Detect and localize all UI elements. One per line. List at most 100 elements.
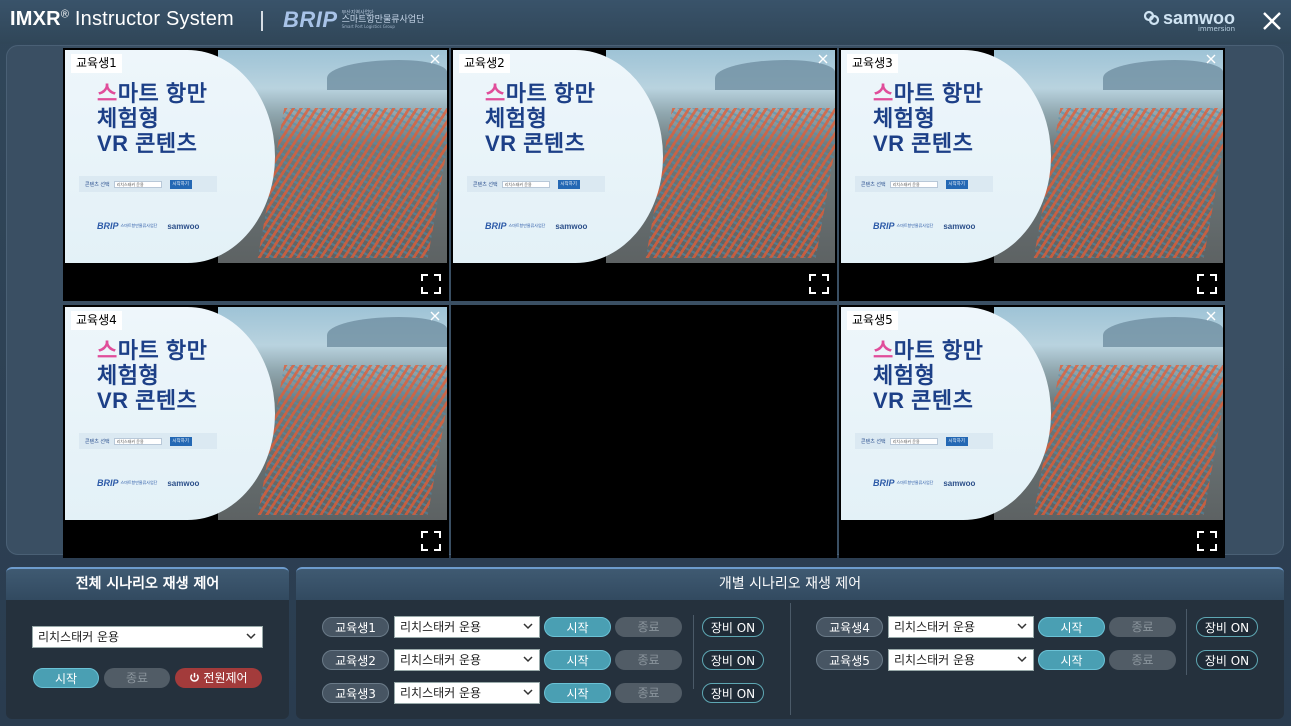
student-scenario-select[interactable]: 리치스태커 운용	[888, 616, 1034, 638]
close-icon[interactable]	[429, 310, 441, 322]
content-select-value: 리치스태커 운용	[889, 180, 938, 188]
vr-content-preview: 스마트 항만 체험형 VR 콘텐츠 콘텐츠 선택 리치스태커 운용 시작하기 B…	[841, 307, 1223, 520]
student-label: 교육생1	[71, 54, 122, 73]
student-start-button[interactable]: 시작	[544, 617, 611, 637]
student-name-badge: 교육생3	[322, 683, 389, 703]
vr-content-preview: 스마트 항만 체험형 VR 콘텐츠 콘텐츠 선택 리치스태커 운용 시작하기 B…	[841, 50, 1223, 263]
student-view-3: 스마트 항만 체험형 VR 콘텐츠 콘텐츠 선택 리치스태커 운용 시작하기 B…	[839, 48, 1225, 301]
fullscreen-icon[interactable]	[1197, 274, 1217, 294]
vr-content-preview: 스마트 항만 체험형 VR 콘텐츠 콘텐츠 선택 리치스태커 운용 시작하기 B…	[65, 50, 447, 263]
app-title-reg: ®	[60, 8, 70, 21]
content-logos: BRIP 스마트항만물류사업단 samwoo	[873, 478, 975, 488]
content-headline: 스마트 항만 체험형 VR 콘텐츠	[97, 81, 208, 156]
mini-samwoo-logo: samwoo	[167, 478, 200, 488]
chevron-down-icon	[523, 689, 533, 696]
student-scenario-select[interactable]: 리치스태커 운용	[394, 616, 540, 638]
power-control-label: 전원제어	[203, 671, 248, 685]
student-start-button[interactable]: 시작	[544, 650, 611, 670]
mini-brip-sub: 스마트항만물류사업단	[120, 480, 158, 485]
student-start-button[interactable]: 시작	[1038, 650, 1105, 670]
content-select-label: 콘텐츠 선택	[861, 181, 886, 188]
student-scenario-value: 리치스태커 운용	[400, 686, 482, 700]
content-headline: 스마트 항만 체험형 VR 콘텐츠	[873, 81, 984, 156]
close-icon[interactable]	[429, 53, 441, 65]
global-start-button[interactable]: 시작	[33, 668, 99, 688]
content-logos: BRIP 스마트항만물류사업단 samwoo	[97, 221, 199, 231]
content-select-bar: 콘텐츠 선택 리치스태커 운용 시작하기	[855, 433, 993, 449]
samwoo-logo-sub: immersion	[1197, 25, 1236, 33]
close-icon[interactable]	[1205, 310, 1217, 322]
power-control-button[interactable]: 전원제어	[175, 668, 262, 688]
fullscreen-icon[interactable]	[421, 274, 441, 294]
student-scenario-select[interactable]: 리치스태커 운용	[394, 649, 540, 671]
student-start-button[interactable]: 시작	[544, 683, 611, 703]
content-select-value: 리치스태커 운용	[501, 180, 550, 188]
content-start-button: 시작하기	[945, 179, 968, 189]
content-select-label: 콘텐츠 선택	[861, 438, 886, 445]
content-select-label: 콘텐츠 선택	[85, 181, 110, 188]
content-select-bar: 콘텐츠 선택 리치스태커 운용 시작하기	[855, 176, 993, 192]
close-icon[interactable]	[817, 53, 829, 65]
global-scenario-select[interactable]: 리치스태커 운용	[32, 626, 263, 648]
content-start-button: 시작하기	[169, 436, 192, 446]
app-title: IMXR® Instructor System	[10, 8, 234, 31]
chevron-down-icon	[1017, 656, 1027, 663]
student-label: 교육생4	[71, 311, 122, 330]
equipment-on-button[interactable]: 장비 ON	[1196, 617, 1258, 637]
student-scenario-value: 리치스태커 운용	[400, 620, 482, 634]
student-scenario-value: 리치스태커 운용	[894, 620, 976, 634]
student-stop-button[interactable]: 종료	[1109, 617, 1176, 637]
content-select-label: 콘텐츠 선택	[85, 438, 110, 445]
mini-samwoo-logo: samwoo	[943, 221, 976, 231]
brip-logo-word: BRIP	[283, 7, 338, 32]
student-scenario-select[interactable]: 리치스태커 운용	[888, 649, 1034, 671]
mini-samwoo-logo: samwoo	[555, 221, 588, 231]
vr-content-preview: 스마트 항만 체험형 VR 콘텐츠 콘텐츠 선택 리치스태커 운용 시작하기 B…	[65, 307, 447, 520]
content-select-bar: 콘텐츠 선택 리치스태커 운용 시작하기	[79, 433, 217, 449]
global-stop-button[interactable]: 종료	[104, 668, 170, 688]
student-stop-button[interactable]: 종료	[615, 650, 682, 670]
student-scenario-select[interactable]: 리치스태커 운용	[394, 682, 540, 704]
content-start-button: 시작하기	[169, 179, 192, 189]
close-icon[interactable]	[1205, 53, 1217, 65]
samwoo-logo: samwoo immersion	[1143, 9, 1235, 33]
student-stop-button[interactable]: 종료	[1109, 650, 1176, 670]
equipment-on-button[interactable]: 장비 ON	[1196, 650, 1258, 670]
equipment-on-button[interactable]: 장비 ON	[702, 683, 764, 703]
individual-control-panel: 개별 시나리오 재생 제어 교육생1 리치스태커 운용 시작 종료 장비 ON …	[296, 567, 1284, 719]
global-control-title: 전체 시나리오 재생 제어	[6, 567, 289, 600]
content-start-button: 시작하기	[945, 436, 968, 446]
divider	[1186, 609, 1187, 675]
mini-brip-logo: BRIP	[97, 221, 119, 231]
mini-samwoo-logo: samwoo	[943, 478, 976, 488]
brip-logo-sub: 부산지역사업단 스마트항만물류사업단 Smart Port Logistics …	[342, 11, 425, 29]
student-view-4: 스마트 항만 체험형 VR 콘텐츠 콘텐츠 선택 리치스태커 운용 시작하기 B…	[63, 305, 449, 558]
equipment-on-button[interactable]: 장비 ON	[702, 650, 764, 670]
fullscreen-icon[interactable]	[421, 531, 441, 551]
fullscreen-icon[interactable]	[1197, 531, 1217, 551]
fullscreen-icon[interactable]	[809, 274, 829, 294]
content-select-value: 리치스태커 운용	[889, 437, 938, 445]
close-icon[interactable]	[1260, 9, 1284, 33]
vr-content-preview: 스마트 항만 체험형 VR 콘텐츠 콘텐츠 선택 리치스태커 운용 시작하기 B…	[453, 50, 835, 263]
content-headline: 스마트 항만 체험형 VR 콘텐츠	[97, 338, 208, 413]
student-stop-button[interactable]: 종료	[615, 683, 682, 703]
student-screen: 스마트 항만 체험형 VR 콘텐츠 콘텐츠 선택 리치스태커 운용 시작하기 B…	[65, 307, 447, 520]
content-headline: 스마트 항만 체험형 VR 콘텐츠	[873, 338, 984, 413]
brip-logo: BRIP 부산지역사업단 스마트항만물류사업단 Smart Port Logis…	[283, 7, 424, 33]
chevron-down-icon	[1017, 623, 1027, 630]
content-logos: BRIP 스마트항만물류사업단 samwoo	[485, 221, 587, 231]
mini-brip-sub: 스마트항만물류사업단	[896, 480, 934, 485]
app-title-brand: IMXR	[10, 8, 61, 30]
content-headline: 스마트 항만 체험형 VR 콘텐츠	[485, 81, 596, 156]
student-name-badge: 교육생2	[322, 650, 389, 670]
student-start-button[interactable]: 시작	[1038, 617, 1105, 637]
student-view-1: 스마트 항만 체험형 VR 콘텐츠 콘텐츠 선택 리치스태커 운용 시작하기 B…	[63, 48, 449, 301]
student-label: 교육생2	[459, 54, 510, 73]
divider	[790, 603, 791, 715]
student-stop-button[interactable]: 종료	[615, 617, 682, 637]
power-icon	[190, 672, 200, 682]
content-select-value: 리치스태커 운용	[113, 180, 162, 188]
samwoo-mark-icon	[1143, 10, 1160, 26]
equipment-on-button[interactable]: 장비 ON	[702, 617, 764, 637]
